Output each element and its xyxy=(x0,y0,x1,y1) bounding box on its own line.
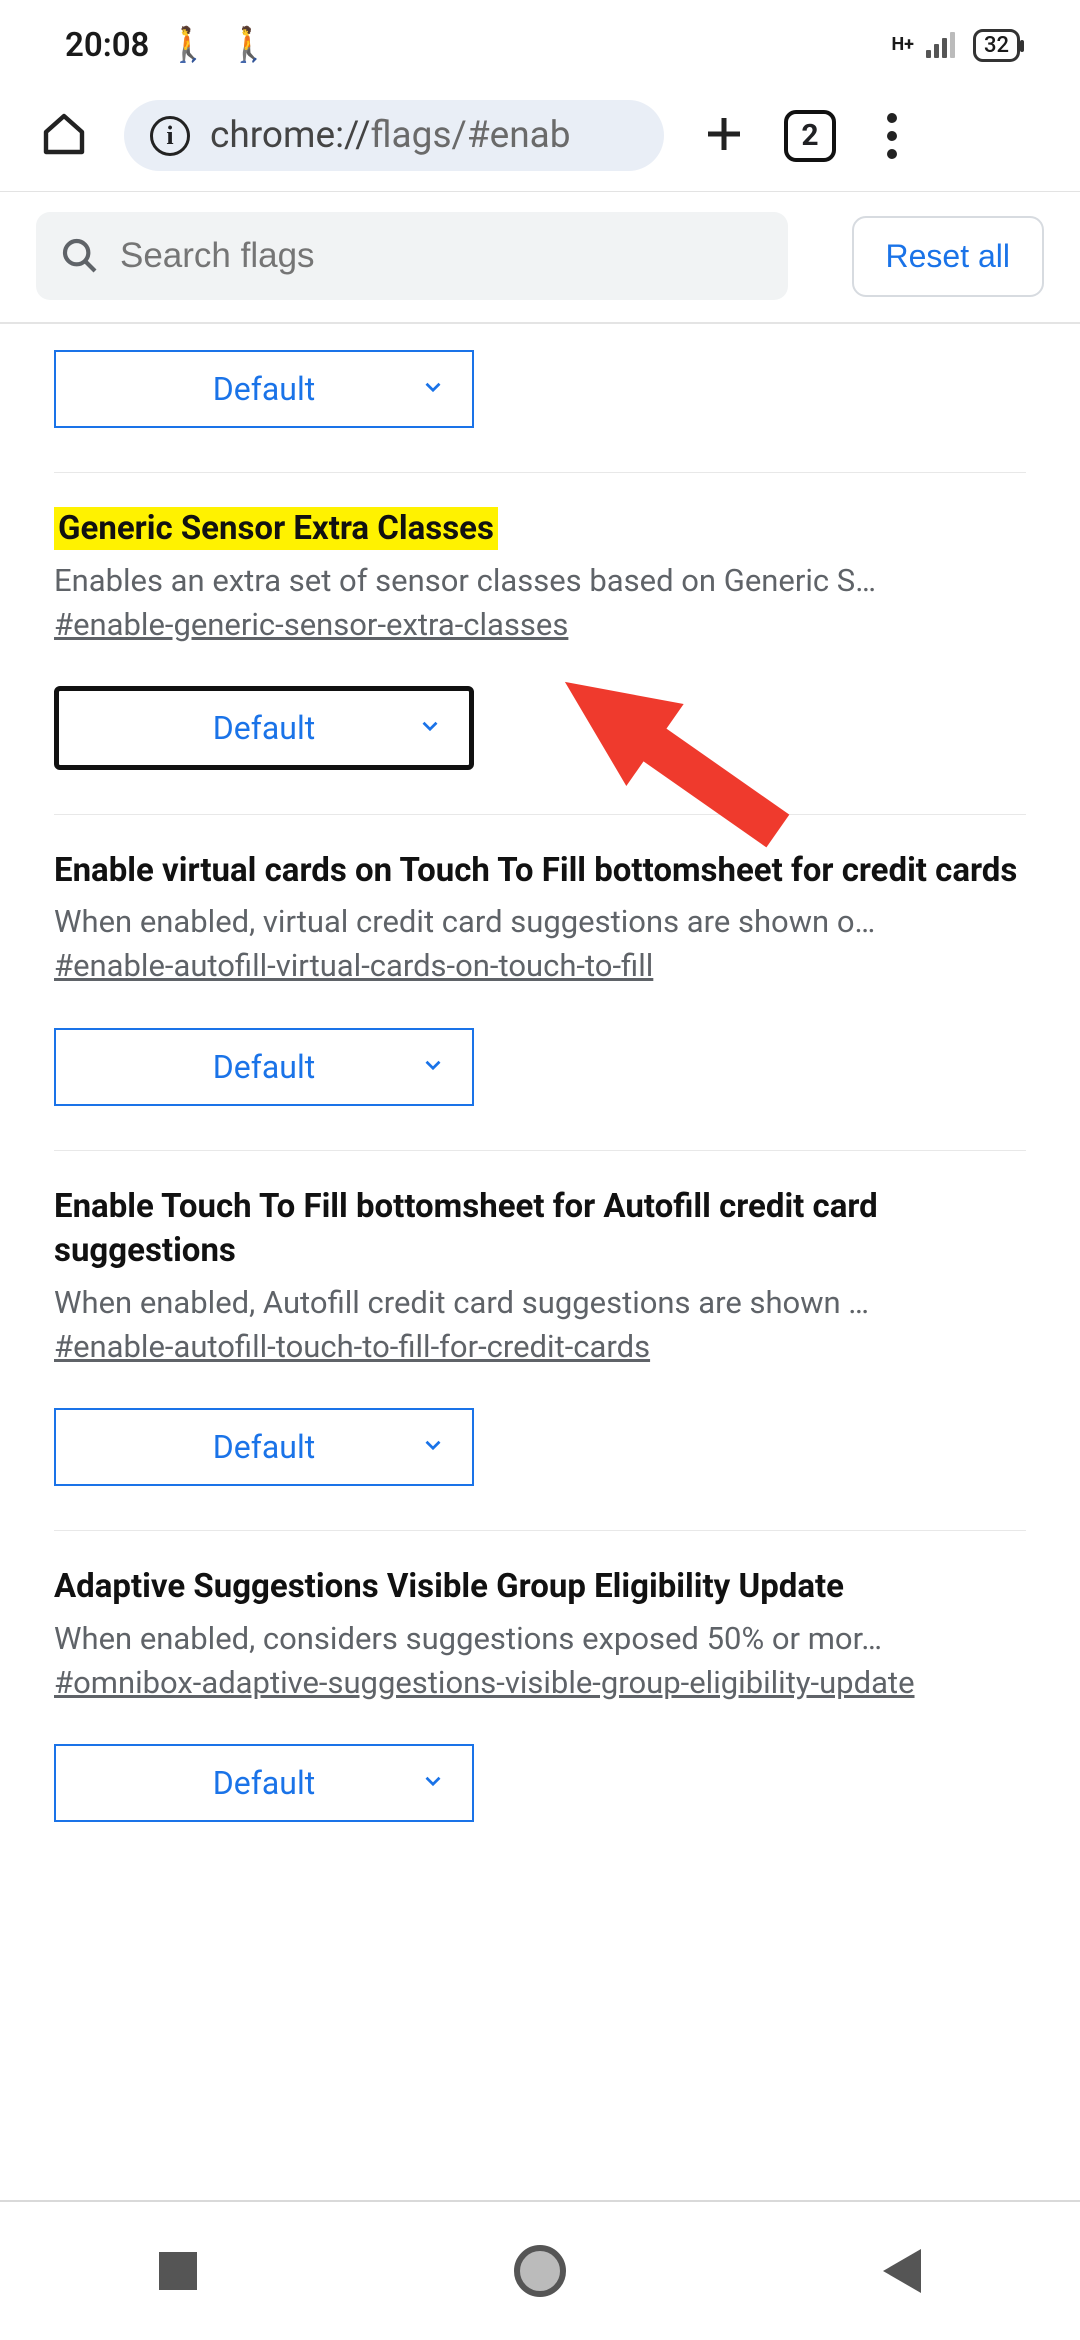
dropdown-value: Default xyxy=(213,1428,315,1466)
home-button[interactable] xyxy=(514,2245,566,2297)
flag-description: When enabled, Autofill credit card sugge… xyxy=(54,1284,1026,1321)
flag-description: Enables an extra set of sensor classes b… xyxy=(54,562,1026,599)
search-icon xyxy=(60,236,100,276)
chevron-down-icon xyxy=(417,709,443,747)
flag-dropdown[interactable]: Default xyxy=(54,686,474,770)
flag-hash-link[interactable]: #enable-generic-sensor-extra-classes xyxy=(54,603,1026,646)
chevron-down-icon xyxy=(420,1764,446,1802)
signal-icon xyxy=(926,32,955,58)
tab-count: 2 xyxy=(801,118,818,153)
battery-indicator: 32 xyxy=(973,29,1020,62)
status-time: 20:08 xyxy=(65,26,149,65)
android-nav-bar xyxy=(0,2200,1080,2340)
flags-search-row: Reset all xyxy=(0,192,1080,324)
flag-dropdown[interactable]: Default xyxy=(54,1028,474,1106)
flag-dropdown[interactable]: Default xyxy=(54,350,474,428)
flag-title: Enable virtual cards on Touch To Fill bo… xyxy=(54,849,1026,894)
url-bar[interactable]: i chrome://flags/#enab xyxy=(124,100,664,171)
flags-list: Default Generic Sensor Extra Classes Ena… xyxy=(0,324,1080,1866)
flag-hash-link[interactable]: #enable-autofill-touch-to-fill-for-credi… xyxy=(54,1325,1026,1368)
tab-switcher-button[interactable]: 2 xyxy=(784,110,836,162)
url-text: chrome://flags/#enab xyxy=(210,114,571,157)
flag-dropdown[interactable]: Default xyxy=(54,1744,474,1822)
flag-hash-link[interactable]: #omnibox-adaptive-suggestions-visible-gr… xyxy=(54,1661,1026,1704)
chevron-down-icon xyxy=(420,1048,446,1086)
dropdown-value: Default xyxy=(213,370,315,408)
flag-title: Generic Sensor Extra Classes xyxy=(54,507,498,550)
flag-item: Default xyxy=(54,324,1026,473)
dropdown-value: Default xyxy=(213,709,315,747)
new-tab-button[interactable] xyxy=(700,110,748,162)
recent-apps-button[interactable] xyxy=(159,2252,197,2290)
dropdown-value: Default xyxy=(213,1764,315,1802)
overflow-menu-button[interactable] xyxy=(872,113,912,159)
chevron-down-icon xyxy=(420,370,446,408)
browser-toolbar: i chrome://flags/#enab 2 xyxy=(0,90,1080,192)
home-icon[interactable] xyxy=(40,110,88,162)
network-type: H+ xyxy=(891,39,914,51)
flag-item: Adaptive Suggestions Visible Group Eligi… xyxy=(54,1531,1026,1866)
reset-all-button[interactable]: Reset all xyxy=(852,216,1045,297)
status-bar: 20:08 🚶 🚶 H+ 32 xyxy=(0,0,1080,90)
flag-item: Enable virtual cards on Touch To Fill bo… xyxy=(54,815,1026,1151)
chevron-down-icon xyxy=(420,1428,446,1466)
dropdown-value: Default xyxy=(213,1048,315,1086)
flag-title: Adaptive Suggestions Visible Group Eligi… xyxy=(54,1565,1026,1610)
flag-item: Generic Sensor Extra Classes Enables an … xyxy=(54,473,1026,815)
flag-item: Enable Touch To Fill bottomsheet for Aut… xyxy=(54,1151,1026,1531)
flag-description: When enabled, considers suggestions expo… xyxy=(54,1620,1026,1657)
flag-dropdown[interactable]: Default xyxy=(54,1408,474,1486)
back-button[interactable] xyxy=(883,2249,921,2293)
activity-icon-1: 🚶 xyxy=(167,25,209,65)
search-flags-box[interactable] xyxy=(36,212,788,300)
activity-icon-2: 🚶 xyxy=(228,25,270,65)
flag-title: Enable Touch To Fill bottomsheet for Aut… xyxy=(54,1185,1026,1274)
site-info-icon[interactable]: i xyxy=(150,116,190,156)
flag-hash-link[interactable]: #enable-autofill-virtual-cards-on-touch-… xyxy=(54,944,1026,987)
search-input[interactable] xyxy=(120,236,764,276)
flag-description: When enabled, virtual credit card sugges… xyxy=(54,903,1026,940)
